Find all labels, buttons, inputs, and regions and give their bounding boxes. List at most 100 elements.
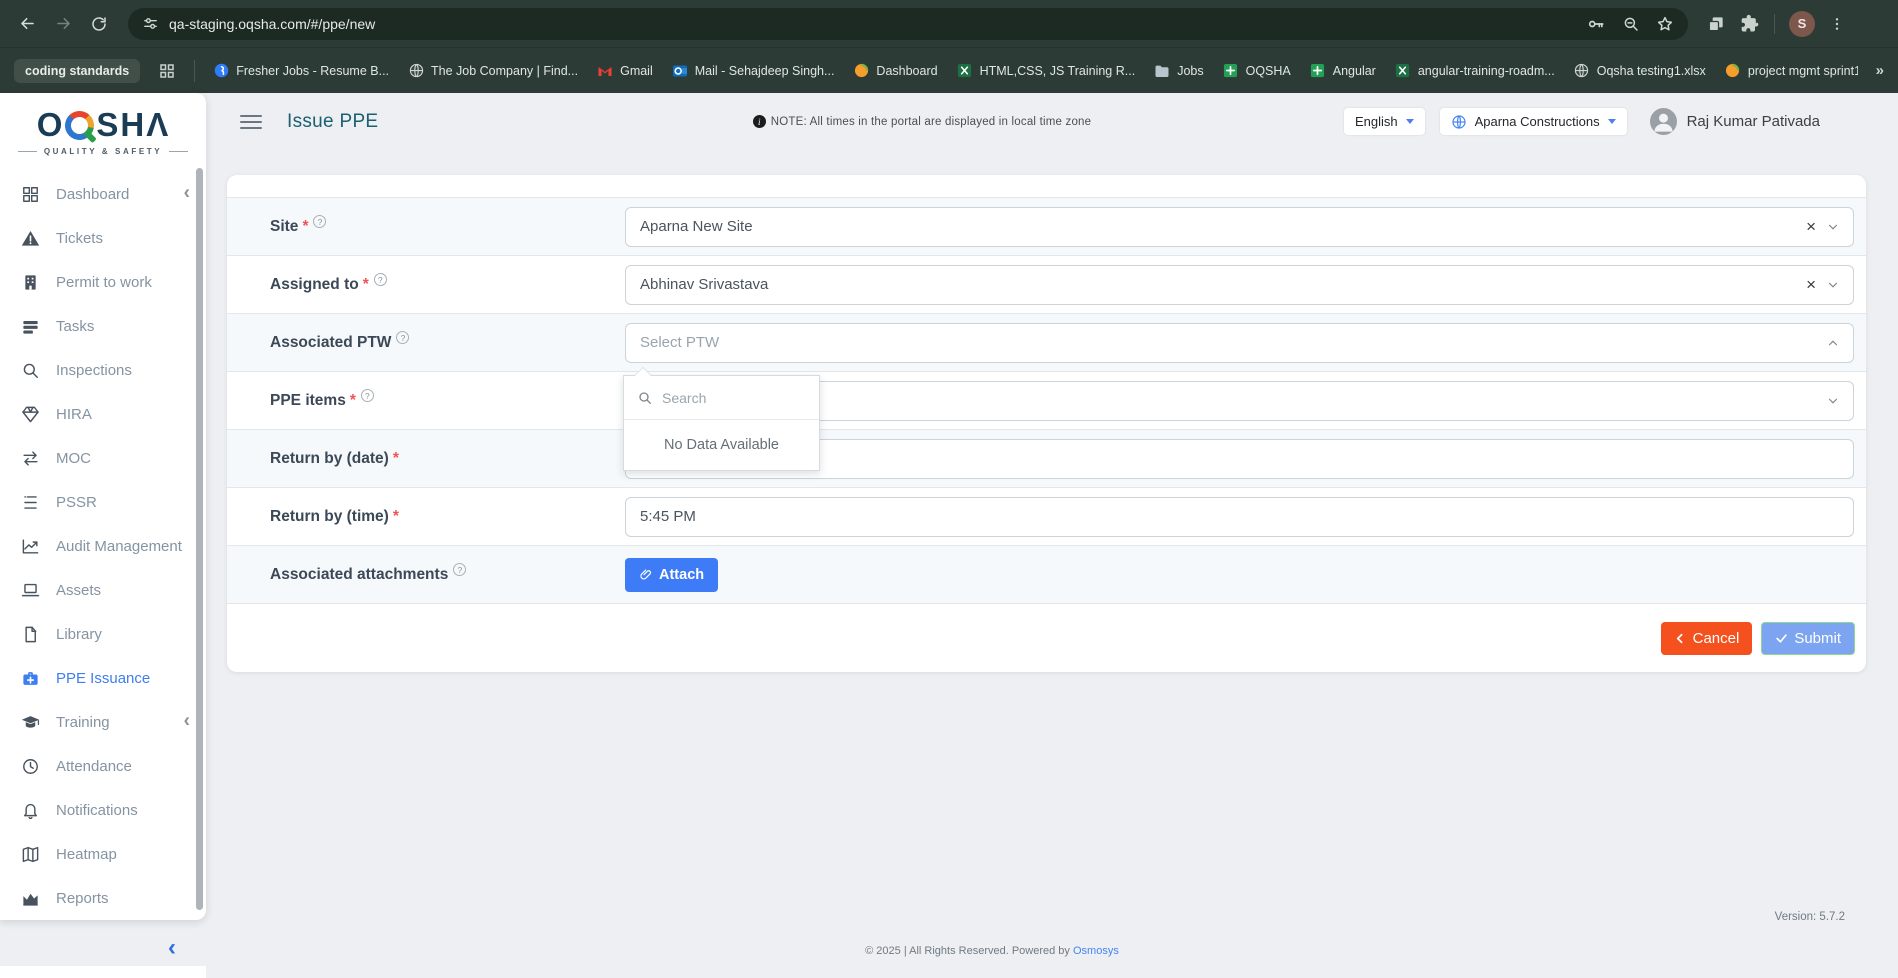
chevron-down-icon[interactable] xyxy=(1826,394,1840,408)
excel-favicon-icon xyxy=(1395,63,1411,79)
extensions-puzzle-icon[interactable] xyxy=(1740,14,1760,34)
ptw-dropdown-panel: No Data Available xyxy=(623,375,820,471)
sidebar-item-assets[interactable]: Assets xyxy=(0,568,206,612)
sidebar-item-label: Inspections xyxy=(56,362,132,379)
cancel-button[interactable]: Cancel xyxy=(1661,622,1753,655)
clear-icon[interactable]: × xyxy=(1806,276,1816,293)
page-title: Issue PPE xyxy=(287,111,378,133)
associated-ptw-select[interactable] xyxy=(626,324,1853,362)
search-icon xyxy=(21,361,40,380)
bookmark-item[interactable]: Angular xyxy=(1310,63,1376,79)
menu-kebab-icon[interactable] xyxy=(1829,15,1845,33)
bookmark-item[interactable]: The Job Company | Find... xyxy=(408,63,578,79)
bookmark-item[interactable]: Dashboard xyxy=(853,63,937,79)
tasks-icon xyxy=(21,317,40,336)
sidebar-item-inspections[interactable]: Inspections xyxy=(0,348,206,392)
profile-avatar[interactable]: S xyxy=(1789,11,1815,37)
password-key-icon[interactable] xyxy=(1586,14,1606,34)
help-icon[interactable]: ? xyxy=(313,215,326,228)
bookmark-item[interactable]: angular-training-roadm... xyxy=(1395,63,1555,79)
submit-button[interactable]: Submit xyxy=(1761,622,1855,655)
sidebar-item-label: Notifications xyxy=(56,802,138,819)
sidebar-item-tickets[interactable]: Tickets xyxy=(0,216,206,260)
sidebar-item-label: Dashboard xyxy=(56,186,129,203)
user-name: Raj Kumar Pativada xyxy=(1687,113,1820,130)
main-content: Issue PPE i NOTE: All times in the porta… xyxy=(206,93,1898,978)
help-icon[interactable]: ? xyxy=(361,389,374,402)
bookmark-item[interactable]: Mail - Sehajdeep Singh... xyxy=(672,63,835,79)
sidebar-item-label: Reports xyxy=(56,890,109,907)
bookmarks-overflow-chevron[interactable]: » xyxy=(1876,62,1884,79)
chevron-left-icon[interactable]: ‹ xyxy=(184,712,190,731)
sidebar-item-label: Assets xyxy=(56,582,101,599)
sidebar-item-training[interactable]: Training‹ xyxy=(0,700,206,744)
bookmark-item[interactable]: Fresher Jobs - Resume B... xyxy=(213,63,389,79)
sidebar-item-notifications[interactable]: Notifications xyxy=(0,788,206,832)
return-time-input[interactable] xyxy=(626,498,1853,536)
reload-icon[interactable] xyxy=(84,9,114,39)
gem-icon xyxy=(21,405,40,424)
sidebar-item-audit-management[interactable]: Audit Management xyxy=(0,524,206,568)
form-row-associated-ptw: Associated PTW? xyxy=(227,313,1866,371)
bookmark-label: Jobs xyxy=(1177,64,1203,78)
forward-icon[interactable] xyxy=(48,9,78,39)
language-dropdown[interactable]: English xyxy=(1344,108,1425,135)
bookmark-label: angular-training-roadm... xyxy=(1418,64,1555,78)
bookmark-star-icon[interactable] xyxy=(1656,15,1674,33)
bookmarks-bar: coding standards Fresher Jobs - Resume B… xyxy=(0,47,1898,93)
url-text[interactable]: qa-staging.oqsha.com/#/ppe/new xyxy=(169,16,1576,32)
sidebar-item-reports[interactable]: Reports xyxy=(0,876,206,920)
organization-dropdown[interactable]: Aparna Constructions xyxy=(1440,108,1627,135)
sidebar-item-dashboard[interactable]: Dashboard ‹ xyxy=(0,172,206,216)
clear-icon[interactable]: × xyxy=(1806,218,1816,235)
app-logo[interactable]: OSHΛ QUALITY & SAFETY xyxy=(0,93,206,156)
sidebar-item-ppe-issuance[interactable]: PPE Issuance xyxy=(0,656,206,700)
apps-grid-icon[interactable] xyxy=(158,62,176,80)
sidebar-scrollbar[interactable] xyxy=(196,168,203,910)
bookmark-item[interactable]: Jobs xyxy=(1154,63,1203,79)
orange-dot-favicon-icon xyxy=(853,63,869,79)
ptw-search-input[interactable] xyxy=(662,390,806,406)
help-icon[interactable]: ? xyxy=(453,563,466,576)
user-menu[interactable]: Raj Kumar Pativada xyxy=(1650,108,1820,135)
chevron-down-icon[interactable] xyxy=(1826,220,1840,234)
sidebar-item-moc[interactable]: MOC xyxy=(0,436,206,480)
sidebar-collapse-icon[interactable]: ‹ xyxy=(168,936,176,960)
bookmark-folder-pill[interactable]: coding standards xyxy=(14,59,140,83)
site-settings-icon[interactable] xyxy=(142,15,159,32)
zoom-out-icon[interactable] xyxy=(1622,15,1640,33)
form-row-site: Site*? × xyxy=(227,197,1866,255)
address-bar[interactable]: qa-staging.oqsha.com/#/ppe/new xyxy=(128,8,1688,40)
sidebar-item-heatmap[interactable]: Heatmap xyxy=(0,832,206,876)
blue-dot-favicon-icon xyxy=(213,63,229,79)
chevron-left-icon[interactable]: ‹ xyxy=(184,184,190,203)
bookmark-item[interactable]: HTML,CSS, JS Training R... xyxy=(957,63,1136,79)
help-icon[interactable]: ? xyxy=(396,331,409,344)
bookmark-item[interactable]: Gmail xyxy=(597,63,653,79)
site-select[interactable] xyxy=(626,208,1853,246)
hamburger-menu-icon[interactable] xyxy=(240,115,262,129)
bookmark-item[interactable]: Oqsha testing1.xlsx xyxy=(1574,63,1706,79)
globe-favicon-icon xyxy=(408,63,424,79)
chart-icon xyxy=(21,537,40,556)
sidebar-item-library[interactable]: Library xyxy=(0,612,206,656)
sidebar-item-attendance[interactable]: Attendance xyxy=(0,744,206,788)
chevron-up-icon[interactable] xyxy=(1826,336,1840,350)
assigned-to-select[interactable] xyxy=(626,266,1853,304)
sidebar-item-permit-to-work[interactable]: Permit to work xyxy=(0,260,206,304)
sidebar-item-tasks[interactable]: Tasks xyxy=(0,304,206,348)
sidebar-item-pssr[interactable]: PSSR xyxy=(0,480,206,524)
help-icon[interactable]: ? xyxy=(374,273,387,286)
attach-button[interactable]: Attach xyxy=(625,558,718,592)
file-icon xyxy=(21,625,40,644)
osmosys-link[interactable]: Osmosys xyxy=(1073,945,1119,957)
tab-panels-icon[interactable] xyxy=(1706,14,1726,34)
building-icon xyxy=(21,273,40,292)
sidebar-item-hira[interactable]: HIRA xyxy=(0,392,206,436)
toolbar-divider xyxy=(1774,14,1775,34)
chevron-down-icon[interactable] xyxy=(1826,278,1840,292)
ptw-no-data: No Data Available xyxy=(624,420,819,470)
bookmark-item[interactable]: project mgmt sprint17 xyxy=(1725,63,1858,79)
bookmark-item[interactable]: OQSHA xyxy=(1223,63,1291,79)
back-icon[interactable] xyxy=(12,9,42,39)
